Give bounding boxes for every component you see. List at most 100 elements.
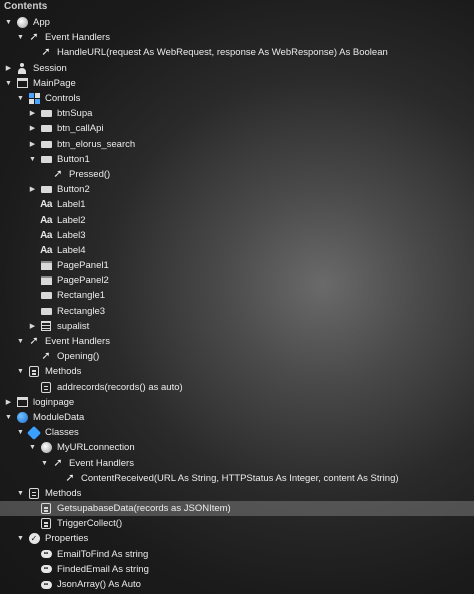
tree-row[interactable]: ▼ MyURLconnection [0, 440, 474, 455]
event-handler-icon: ➚ [53, 167, 63, 180]
tree-row[interactable]: ▶ supalist [0, 319, 474, 334]
controls-icon [28, 93, 40, 105]
event-handler-icon: ➚ [53, 456, 63, 469]
tree-row[interactable]: •• FindedEmail As string [0, 562, 474, 577]
tree-row-label: btnSupa [57, 108, 93, 120]
tree-row[interactable]: ▼ Classes [0, 425, 474, 440]
tree-row[interactable]: Aa Label3 [0, 228, 474, 243]
method-icon [28, 487, 40, 499]
tree-row[interactable]: ▶ Session [0, 61, 474, 76]
tree-row-label: Event Handlers [69, 457, 134, 469]
button-icon [40, 123, 52, 135]
tree-row-label: JsonArray() As Auto [57, 579, 141, 591]
tree-row[interactable]: Aa Label2 [0, 212, 474, 227]
tree-row[interactable]: ▼ Button1 [0, 152, 474, 167]
tree-row[interactable]: ▼ Controls [0, 91, 474, 106]
page-panel-icon [40, 275, 52, 287]
disclosure-expanded-icon[interactable]: ▼ [4, 15, 13, 30]
disclosure-expanded-icon[interactable]: ▼ [4, 76, 13, 91]
tree-row[interactable]: ▶ btn_callApi [0, 121, 474, 136]
tree-row[interactable]: ▶ loginpage [0, 395, 474, 410]
disclosure-expanded-icon[interactable]: ▼ [16, 486, 25, 501]
tree-row[interactable]: ▼ ModuleData [0, 410, 474, 425]
tree-row-label: Label1 [57, 199, 86, 211]
tree-row-label: App [33, 17, 50, 29]
tree-row[interactable]: ➚ Opening() [0, 349, 474, 364]
disclosure-expanded-icon[interactable]: ▼ [16, 531, 25, 546]
tree-row[interactable]: TriggerCollect() [0, 516, 474, 531]
disclosure-expanded-icon[interactable]: ▼ [16, 91, 25, 106]
disclosure-expanded-icon[interactable]: ▼ [28, 440, 37, 455]
tree-row-label: Event Handlers [45, 32, 110, 44]
tree-row-label: Button1 [57, 153, 90, 165]
disclosure-expanded-icon[interactable]: ▼ [16, 30, 25, 45]
web-page-icon [16, 396, 28, 408]
page-panel-icon [40, 260, 52, 272]
tree-row[interactable]: PagePanel1 [0, 258, 474, 273]
tree-row[interactable]: ➚ HandleURL(request As WebRequest, respon… [0, 45, 474, 60]
disclosure-collapsed-icon[interactable]: ▶ [28, 121, 37, 136]
tree-row-label: Session [33, 62, 67, 74]
tree-row[interactable]: ▼ MainPage [0, 76, 474, 91]
tree-row[interactable]: ➚ ContentReceived(URL As String, HTTPStat… [0, 471, 474, 486]
tree-row[interactable]: •• JsonArray() As Auto [0, 577, 474, 592]
tree-row[interactable]: ▶ Button2 [0, 182, 474, 197]
tree-row[interactable]: ▶ btnSupa [0, 106, 474, 121]
tree-row[interactable]: Aa Label4 [0, 243, 474, 258]
disclosure-expanded-icon[interactable]: ▼ [16, 425, 25, 440]
navigator-tree: ▼ App ▼ ➚ Event Handlers ➚ HandleURL(request A… [0, 15, 474, 592]
tree-row[interactable]: Aa Label1 [0, 197, 474, 212]
disclosure-expanded-icon[interactable]: ▼ [28, 152, 37, 167]
tree-row-label: Opening() [57, 351, 100, 363]
tree-row-label: btn_callApi [57, 123, 104, 135]
disclosure-collapsed-icon[interactable]: ▶ [4, 395, 13, 410]
label-icon: Aa [40, 199, 52, 211]
contents-panel: Contents ▼ App ▼ ➚ Event Handlers ➚ HandleURL(… [0, 0, 474, 594]
tree-row[interactable]: •• EmailToFind As string [0, 547, 474, 562]
tree-row[interactable]: ▼ ➚ Event Handlers [0, 334, 474, 349]
tree-row[interactable]: Rectangle1 [0, 288, 474, 303]
event-handler-icon: ➚ [41, 350, 51, 363]
tree-row[interactable]: PagePanel2 [0, 273, 474, 288]
tree-row[interactable]: addrecords(records() as auto) [0, 380, 474, 395]
disclosure-collapsed-icon[interactable]: ▶ [28, 137, 37, 152]
tree-row[interactable]: GetsupabaseData(records as JSONItem) [0, 501, 474, 517]
tree-row-label: Methods [45, 366, 82, 378]
disclosure-expanded-icon[interactable]: ▼ [16, 334, 25, 349]
disclosure-collapsed-icon[interactable]: ▶ [28, 319, 37, 334]
disclosure-collapsed-icon[interactable]: ▶ [28, 182, 37, 197]
tree-row-label: Event Handlers [45, 336, 110, 348]
disclosure-collapsed-icon[interactable]: ▶ [28, 106, 37, 121]
tree-row[interactable]: ▼ ➚ Event Handlers [0, 30, 474, 45]
tree-row[interactable]: ▼ App [0, 15, 474, 30]
tree-row[interactable]: ➚ Pressed() [0, 167, 474, 182]
disclosure-collapsed-icon[interactable]: ▶ [4, 61, 13, 76]
tree-row-label: Label3 [57, 229, 86, 241]
app-icon [40, 442, 52, 454]
tree-row[interactable]: Rectangle3 [0, 304, 474, 319]
disclosure-expanded-icon[interactable]: ▼ [16, 364, 25, 379]
tree-row-label: Button2 [57, 184, 90, 196]
disclosure-expanded-icon[interactable]: ▼ [40, 456, 49, 471]
tree-row[interactable]: ▼ ✓ Properties [0, 531, 474, 546]
tree-row[interactable]: ▼ Methods [0, 364, 474, 379]
property-icon: •• [40, 563, 52, 575]
tree-row[interactable]: ▶ btn_elorus_search [0, 137, 474, 152]
button-icon [40, 138, 52, 150]
tree-row[interactable]: ▼ Methods [0, 486, 474, 501]
disclosure-expanded-icon[interactable]: ▼ [4, 410, 13, 425]
button-icon [40, 153, 52, 165]
class-icon [26, 425, 42, 440]
tree-row-label: Label2 [57, 214, 86, 226]
tree-row-label: Label4 [57, 244, 86, 256]
tree-row[interactable]: ▼ ➚ Event Handlers [0, 455, 474, 470]
